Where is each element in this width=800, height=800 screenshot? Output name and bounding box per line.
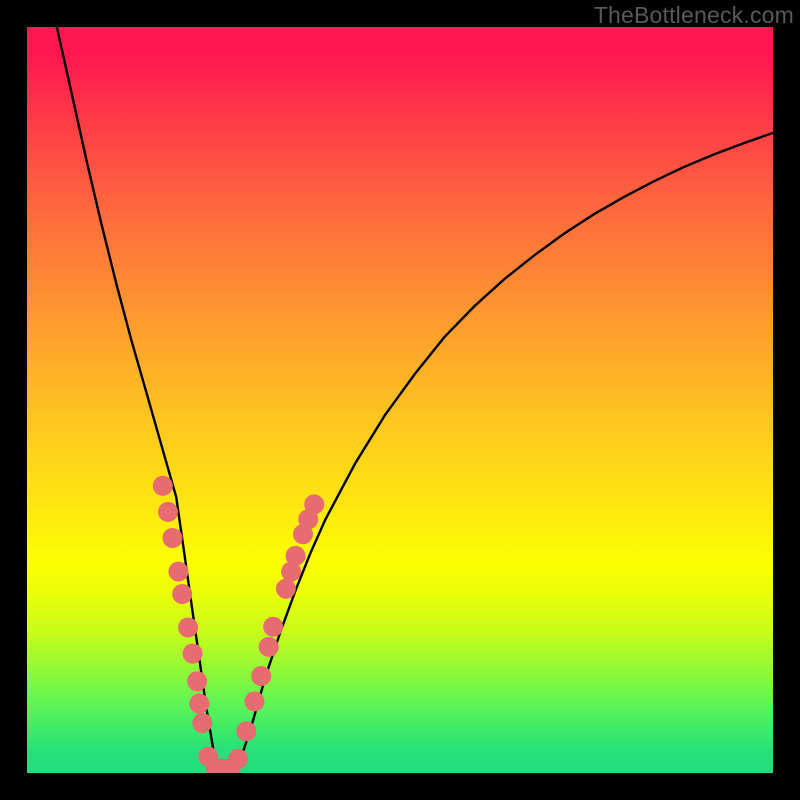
marker-dot [183,644,203,664]
marker-dot [153,476,173,496]
marker-dot [189,694,209,714]
marker-dot [304,494,324,514]
marker-dot [172,584,192,604]
marker-dot [163,528,183,548]
bottleneck-curve [57,27,773,773]
marker-dot [192,713,212,733]
marker-dot [168,562,188,582]
chart-svg [27,27,773,773]
marker-dot [263,617,283,637]
marker-dot [178,618,198,638]
marker-dot [251,666,271,686]
marker-dot [158,502,178,522]
marker-dot [245,691,265,711]
chart-plot-area [27,27,773,773]
chart-frame: TheBottleneck.com [0,0,800,800]
watermark-text: TheBottleneck.com [594,2,794,29]
marker-dot [187,671,207,691]
marker-dot [228,749,248,769]
curve-group [57,27,773,773]
marker-dot [276,579,296,599]
marker-dot [286,546,306,566]
marker-dot [259,637,279,657]
marker-dot [236,721,256,741]
